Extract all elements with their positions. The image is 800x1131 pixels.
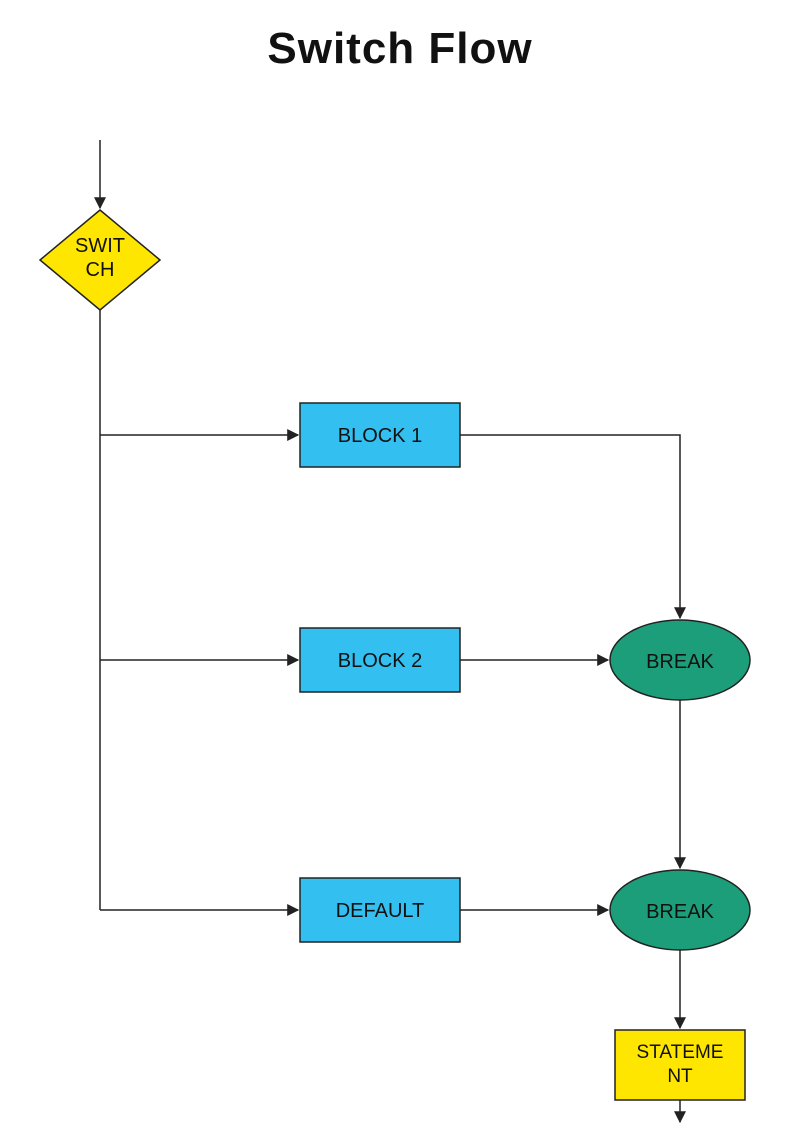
node-break2: BREAK	[610, 870, 750, 950]
block1-label: BLOCK 1	[338, 425, 422, 447]
edge-block1-to-break1	[460, 435, 680, 618]
statement-label-line2: NT	[667, 1066, 693, 1087]
default-label: DEFAULT	[336, 900, 425, 922]
diagram-page: Switch Flow SWIT CH BLOCK 1	[0, 0, 800, 1131]
switch-label-line2: CH	[86, 259, 115, 281]
node-break1: BREAK	[610, 620, 750, 700]
flowchart-svg: SWIT CH BLOCK 1 BLOCK 2 BREAK	[0, 0, 800, 1131]
break2-label: BREAK	[646, 901, 714, 923]
statement-rect	[615, 1030, 745, 1100]
statement-label-line1: STATEME	[637, 1042, 724, 1063]
node-statement: STATEME NT	[615, 1030, 745, 1100]
node-switch: SWIT CH	[40, 210, 160, 310]
block2-label: BLOCK 2	[338, 650, 422, 672]
node-default: DEFAULT	[300, 878, 460, 942]
switch-label-line1: SWIT	[75, 235, 125, 257]
node-block1: BLOCK 1	[300, 403, 460, 467]
node-block2: BLOCK 2	[300, 628, 460, 692]
break1-label: BREAK	[646, 651, 714, 673]
